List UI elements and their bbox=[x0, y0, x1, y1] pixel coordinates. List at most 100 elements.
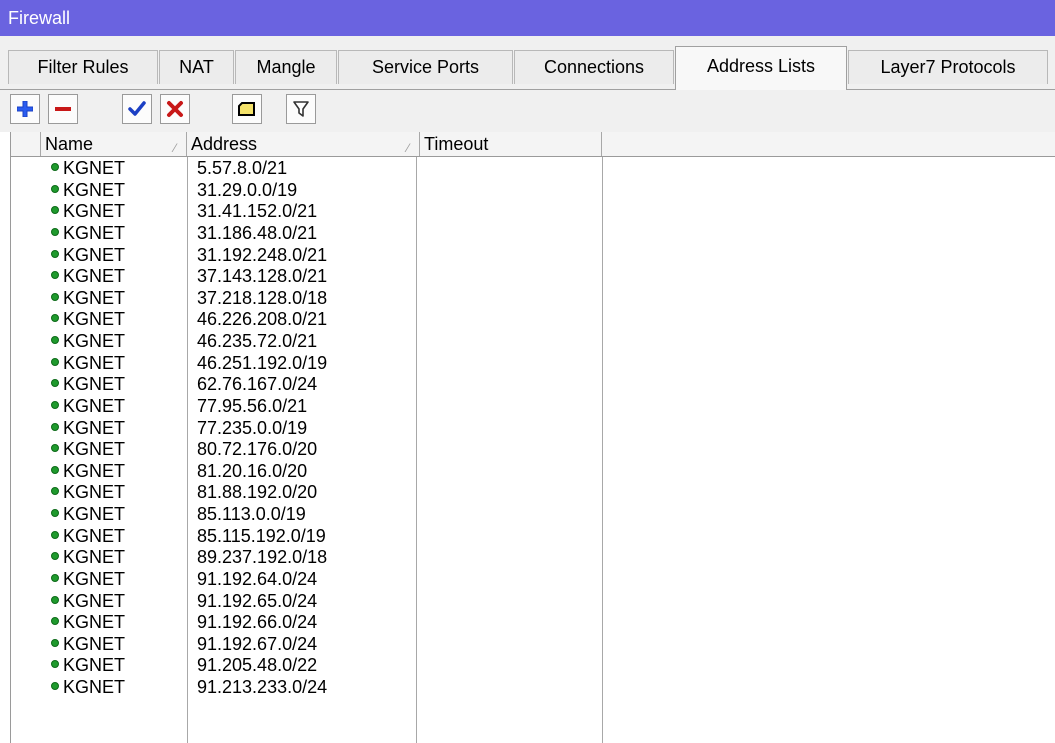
cell-name-text: KGNET bbox=[63, 222, 126, 243]
cell-name-text: KGNET bbox=[63, 439, 126, 460]
cell-address: 77.95.56.0/21 bbox=[197, 395, 308, 416]
table-row[interactable]: KGNET 46.226.208.0/21 bbox=[11, 309, 1055, 331]
filter-icon bbox=[293, 101, 309, 117]
tab-layer7-protocols[interactable]: Layer7 Protocols bbox=[848, 50, 1048, 84]
cell-address: 62.76.167.0/24 bbox=[197, 374, 318, 395]
table-row[interactable]: KGNET 91.213.233.0/24 bbox=[11, 677, 1055, 699]
cell-address: 46.235.72.0/21 bbox=[197, 331, 318, 351]
tab-address-lists[interactable]: Address Lists bbox=[675, 46, 847, 90]
cell-name-text: KGNET bbox=[63, 612, 126, 633]
tab-bar: Filter Rules NAT Mangle Service Ports Co… bbox=[0, 36, 1055, 90]
cell-name-text: KGNET bbox=[63, 201, 126, 222]
cell-address: 46.226.208.0/21 bbox=[197, 309, 328, 330]
table-row[interactable]: KGNET 85.115.192.0/19 bbox=[11, 526, 1055, 548]
cell-address: 77.235.0.0/19 bbox=[197, 417, 308, 438]
cell-address: 81.20.16.0/20 bbox=[197, 460, 308, 481]
table-row[interactable]: KGNET 5.57.8.0/21 bbox=[11, 158, 1055, 180]
comment-button[interactable] bbox=[232, 94, 262, 124]
table-row[interactable]: KGNET 80.72.176.0/20 bbox=[11, 439, 1055, 461]
enable-button[interactable] bbox=[122, 94, 152, 124]
cell-name: KGNET bbox=[51, 396, 125, 417]
table-row[interactable]: KGNET 31.186.48.0/21 bbox=[11, 223, 1055, 245]
table-row[interactable]: KGNET 85.113.0.0/19 bbox=[11, 504, 1055, 526]
table-row[interactable]: KGNET 91.192.64.0/24 bbox=[11, 569, 1055, 591]
cell-name-text: KGNET bbox=[63, 547, 126, 568]
table-row[interactable]: KGNET 91.192.66.0/24 bbox=[11, 612, 1055, 634]
disable-button[interactable] bbox=[160, 94, 190, 124]
add-button[interactable] bbox=[10, 94, 40, 124]
status-dot-icon bbox=[51, 227, 59, 236]
cell-name-text: KGNET bbox=[63, 158, 126, 178]
table-row[interactable]: KGNET 46.235.72.0/21 bbox=[11, 331, 1055, 353]
cell-name-text: KGNET bbox=[63, 179, 126, 200]
cell-name: KGNET bbox=[51, 288, 125, 309]
column-header-timeout-label: Timeout bbox=[424, 134, 489, 154]
table-row[interactable]: KGNET 81.20.16.0/20 bbox=[11, 461, 1055, 483]
status-dot-icon bbox=[51, 682, 59, 690]
table-row[interactable]: KGNET 31.192.248.0/21 bbox=[11, 245, 1055, 267]
cell-address: 85.113.0.0/19 bbox=[197, 504, 306, 524]
tab-filter-rules[interactable]: Filter Rules bbox=[8, 50, 158, 84]
table-row[interactable]: KGNET 37.218.128.0/18 bbox=[11, 288, 1055, 310]
status-dot-icon bbox=[51, 379, 59, 388]
cell-address: 80.72.176.0/20 bbox=[197, 439, 318, 460]
column-header-timeout[interactable]: Timeout bbox=[420, 132, 602, 156]
tab-service-ports[interactable]: Service Ports bbox=[338, 50, 513, 84]
filter-button[interactable] bbox=[286, 94, 316, 124]
cell-name: KGNET bbox=[51, 223, 125, 244]
table-row[interactable]: KGNET 91.192.67.0/24 bbox=[11, 634, 1055, 656]
status-dot-icon bbox=[51, 660, 59, 669]
cell-address: 31.186.48.0/21 bbox=[197, 222, 318, 243]
column-header-address[interactable]: Address ⁄ bbox=[187, 132, 420, 156]
table-row[interactable]: KGNET 91.205.48.0/22 bbox=[11, 655, 1055, 677]
status-dot-icon bbox=[51, 163, 59, 171]
address-list-table[interactable]: Name ⁄ Address ⁄ Timeout KGNET 5.57.8.0/2… bbox=[10, 132, 1055, 743]
cell-name: KGNET bbox=[51, 482, 125, 503]
cell-address: 31.41.152.0/21 bbox=[197, 201, 318, 222]
table-row[interactable]: KGNET 91.192.65.0/24 bbox=[11, 591, 1055, 613]
cell-name-text: KGNET bbox=[63, 395, 126, 416]
cell-name: KGNET bbox=[51, 158, 125, 179]
cell-address: 91.192.67.0/24 bbox=[197, 633, 318, 654]
cell-name: KGNET bbox=[51, 331, 125, 352]
status-dot-icon bbox=[51, 206, 59, 215]
cell-name: KGNET bbox=[51, 612, 125, 633]
column-header-name[interactable]: Name ⁄ bbox=[41, 132, 187, 156]
cell-name: KGNET bbox=[51, 180, 125, 201]
table-row[interactable]: KGNET 89.237.192.0/18 bbox=[11, 547, 1055, 569]
cell-address: 31.192.248.0/21 bbox=[197, 244, 328, 265]
cell-name: KGNET bbox=[51, 439, 125, 460]
table-row[interactable]: KGNET 77.235.0.0/19 bbox=[11, 418, 1055, 440]
cell-address: 89.237.192.0/18 bbox=[197, 547, 328, 568]
tab-nat[interactable]: NAT bbox=[159, 50, 234, 84]
sort-icon: ⁄ bbox=[406, 141, 409, 155]
table-row[interactable]: KGNET 37.143.128.0/21 bbox=[11, 266, 1055, 288]
cell-name: KGNET bbox=[51, 504, 125, 525]
cell-address: 91.192.66.0/24 bbox=[197, 612, 318, 633]
status-dot-icon bbox=[51, 465, 59, 474]
table-row[interactable]: KGNET 77.95.56.0/21 bbox=[11, 396, 1055, 418]
enable-icon bbox=[128, 101, 146, 116]
cell-name-text: KGNET bbox=[63, 352, 126, 373]
table-row[interactable]: KGNET 46.251.192.0/19 bbox=[11, 353, 1055, 375]
status-dot-icon bbox=[51, 292, 59, 301]
remove-button[interactable] bbox=[48, 94, 78, 124]
table-row[interactable]: KGNET 31.41.152.0/21 bbox=[11, 201, 1055, 223]
cell-name-text: KGNET bbox=[63, 525, 126, 546]
status-dot-icon bbox=[51, 422, 59, 431]
cell-address: 31.29.0.0/19 bbox=[197, 179, 298, 200]
tab-connections[interactable]: Connections bbox=[514, 50, 674, 84]
status-dot-icon bbox=[51, 638, 59, 647]
table-row[interactable]: KGNET 31.29.0.0/19 bbox=[11, 180, 1055, 202]
cell-name-text: KGNET bbox=[63, 374, 126, 395]
cell-name: KGNET bbox=[51, 677, 125, 698]
cell-name: KGNET bbox=[51, 634, 125, 655]
status-dot-icon bbox=[51, 249, 59, 258]
cell-address: 91.213.233.0/24 bbox=[197, 677, 328, 697]
tab-mangle[interactable]: Mangle bbox=[235, 50, 337, 84]
status-dot-icon bbox=[51, 336, 59, 344]
table-header: Name ⁄ Address ⁄ Timeout bbox=[11, 132, 1055, 157]
table-row[interactable]: KGNET 62.76.167.0/24 bbox=[11, 374, 1055, 396]
table-row[interactable]: KGNET 81.88.192.0/20 bbox=[11, 482, 1055, 504]
cell-name-text: KGNET bbox=[63, 417, 126, 438]
